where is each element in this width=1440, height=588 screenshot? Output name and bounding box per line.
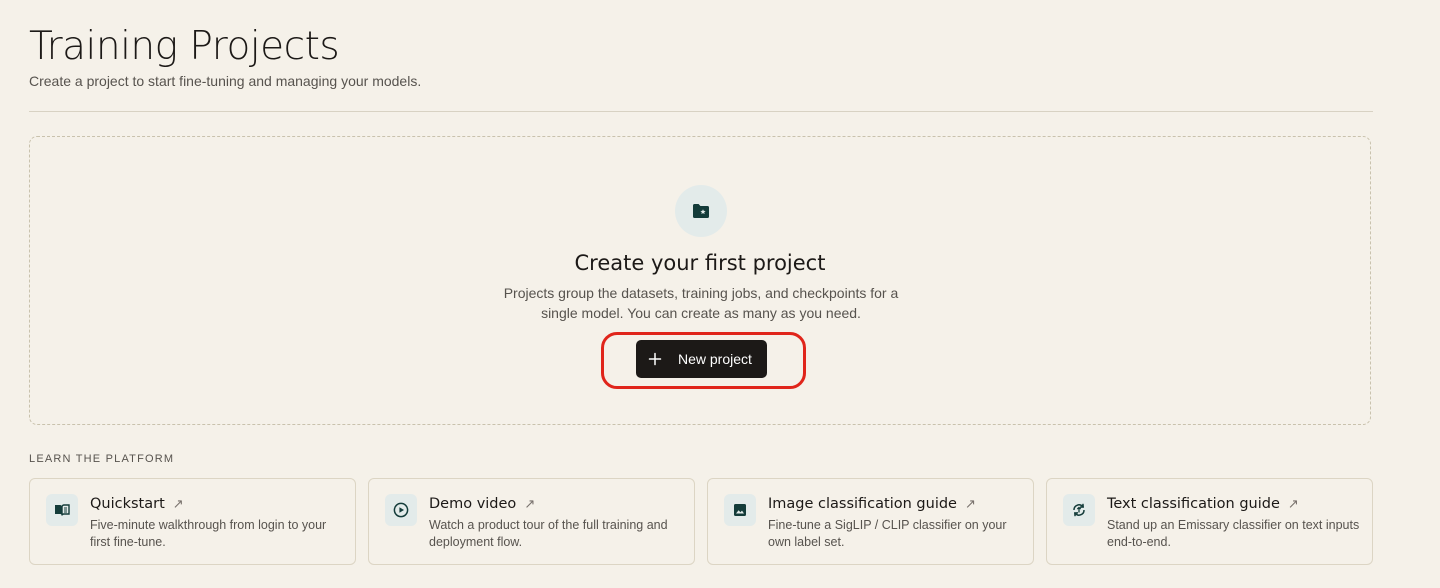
card-description: Watch a product tour of the full trainin… (429, 518, 668, 549)
card-title: Quickstart ↗ (90, 495, 184, 514)
page-header: Training Projects Create a project to st… (29, 24, 1373, 90)
learn-cards: Quickstart ↗ Five-minute walkthrough from… (29, 478, 1373, 565)
card-title: Text classification guide ↗ (1107, 495, 1299, 514)
new-project-button[interactable]: New project (636, 340, 767, 378)
card-title: Image classification guide ↗ (768, 495, 976, 514)
card-description: Five-minute walkthrough from login to yo… (90, 518, 327, 549)
card-description: Stand up an Emissary classifier on text … (1107, 518, 1360, 549)
text-cycle-icon (1063, 494, 1095, 526)
card-title: Demo video ↗ (429, 495, 535, 514)
card-demo-video[interactable]: Demo video ↗ Watch a product tour of the … (368, 478, 695, 565)
empty-state-panel: Create your first project Projects group… (29, 136, 1371, 425)
training-projects-page: Training Projects Create a project to st… (0, 0, 1440, 588)
play-icon (385, 494, 417, 526)
header-divider (29, 111, 1373, 112)
page-title: Training Projects (29, 24, 340, 69)
external-link-icon: ↗ (524, 497, 536, 512)
learn-section-label: LEARN THE PLATFORM (29, 453, 175, 465)
folder-star-icon (675, 185, 727, 237)
image-icon (724, 494, 756, 526)
empty-state-description: Projects group the datasets, training jo… (503, 285, 899, 321)
card-quickstart[interactable]: Quickstart ↗ Five-minute walkthrough from… (29, 478, 356, 565)
card-text-classification-guide[interactable]: Text classification guide ↗ Stand up an E… (1046, 478, 1373, 565)
card-image-classification-guide[interactable]: Image classification guide ↗ Fine-tune a … (707, 478, 1034, 565)
book-icon (46, 494, 78, 526)
page-subtitle: Create a project to start fine-tuning an… (29, 73, 422, 89)
new-project-label: New project (678, 351, 752, 367)
card-description: Fine-tune a SigLIP / CLIP classifier on … (768, 518, 1007, 549)
empty-state-title: Create your first project (574, 251, 826, 275)
external-link-icon: ↗ (172, 497, 184, 512)
external-link-icon: ↗ (1287, 497, 1299, 512)
card-title-text: Text classification guide (1107, 496, 1280, 512)
card-title-text: Image classification guide (768, 496, 957, 512)
plus-icon (648, 352, 662, 366)
external-link-icon: ↗ (964, 497, 976, 512)
card-title-text: Quickstart (90, 496, 165, 512)
card-title-text: Demo video (429, 496, 517, 512)
